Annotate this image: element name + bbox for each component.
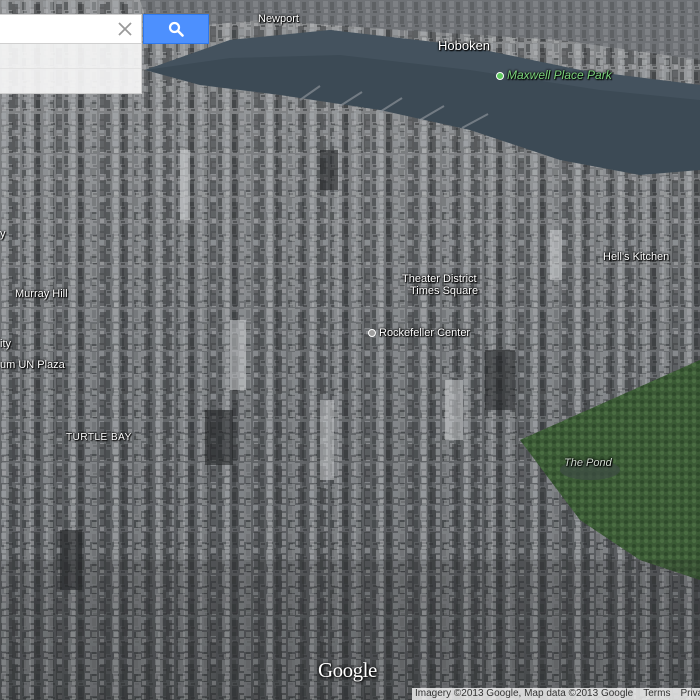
search-icon bbox=[168, 21, 184, 37]
search-input[interactable] bbox=[0, 15, 122, 43]
park-pin-icon bbox=[496, 72, 504, 80]
label-hoboken[interactable]: Hoboken bbox=[438, 38, 490, 53]
label-times-square[interactable]: Times Square bbox=[410, 285, 478, 297]
label-the-pond[interactable]: The Pond bbox=[564, 457, 612, 469]
privacy-link[interactable]: Privacy bbox=[680, 688, 700, 699]
label-newport[interactable]: Newport bbox=[258, 13, 299, 25]
label-hells-kitchen[interactable]: Hell's Kitchen bbox=[603, 251, 669, 263]
search-suggestions-panel[interactable] bbox=[0, 44, 142, 94]
suggestion-divider bbox=[0, 68, 141, 69]
close-icon bbox=[118, 22, 132, 36]
place-pin-icon bbox=[368, 329, 376, 337]
poi-maxwell-place-park[interactable]: Maxwell Place Park bbox=[496, 68, 612, 82]
label-theater-district[interactable]: Theater District bbox=[402, 273, 477, 285]
imagery-attribution: Imagery ©2013 Google, Map data ©2013 Goo… bbox=[415, 688, 634, 699]
google-logo: Google bbox=[318, 658, 377, 682]
poi-label: Maxwell Place Park bbox=[507, 68, 612, 82]
aerial-imagery bbox=[0, 0, 700, 700]
map-view[interactable]: Newport Hoboken Maxwell Place Park Theat… bbox=[0, 0, 700, 700]
label-murray-hill[interactable]: Murray Hill bbox=[15, 288, 68, 300]
search-box bbox=[0, 14, 142, 44]
label-turtle-bay[interactable]: TURTLE BAY bbox=[66, 432, 132, 443]
poi-rockefeller-center[interactable]: Rockefeller Center bbox=[368, 327, 470, 339]
search-button[interactable] bbox=[143, 14, 209, 44]
poi-label: Rockefeller Center bbox=[379, 327, 471, 339]
terms-link[interactable]: Terms bbox=[643, 688, 670, 699]
clear-search-button[interactable] bbox=[115, 19, 135, 39]
label-un-plaza[interactable]: um UN Plaza bbox=[0, 359, 65, 371]
label-left-edge-y[interactable]: y bbox=[0, 228, 6, 240]
label-left-edge-ity[interactable]: ity bbox=[0, 338, 11, 350]
attribution-footer: Imagery ©2013 Google, Map data ©2013 Goo… bbox=[412, 688, 700, 700]
